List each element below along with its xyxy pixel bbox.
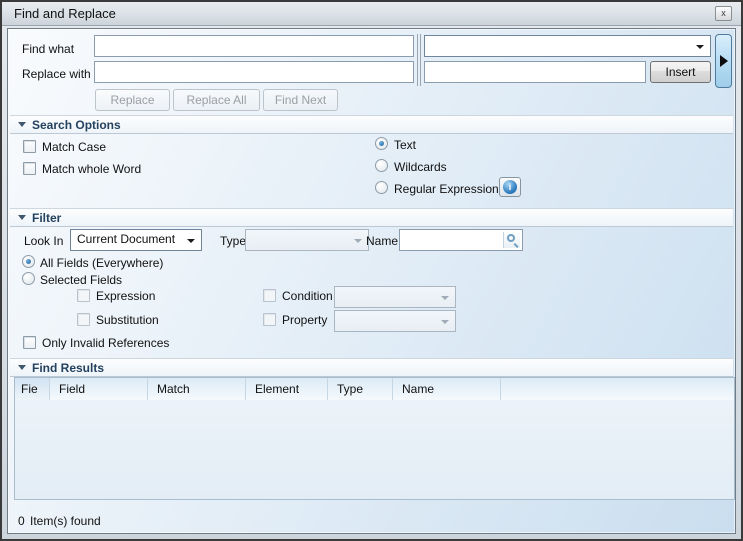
look-in-combo[interactable]: Current Document <box>70 229 202 251</box>
arrow-right-icon <box>720 55 728 67</box>
find-and-replace-dialog: Find and Replace x Find what Replace wit… <box>0 0 743 541</box>
type-combo[interactable] <box>245 229 369 251</box>
column-header-type[interactable]: Type <box>328 378 393 400</box>
condition-checkbox[interactable] <box>263 289 276 302</box>
chevron-down-icon <box>441 296 449 300</box>
match-whole-word-label: Match whole Word <box>42 162 141 176</box>
selected-fields-radio[interactable] <box>22 272 35 285</box>
chevron-down-icon <box>354 239 362 243</box>
wildcards-radio-label: Wildcards <box>394 160 447 174</box>
title-bar[interactable]: Find and Replace x <box>2 2 741 26</box>
find-next-button[interactable]: Find Next <box>263 89 338 111</box>
all-fields-radio[interactable] <box>22 255 35 268</box>
dialog-content: Find what Replace with Insert Replace Re… <box>7 28 736 534</box>
results-table-body[interactable] <box>15 400 734 500</box>
only-invalid-references-checkbox[interactable] <box>23 336 36 349</box>
search-options-title: Search Options <box>32 118 121 132</box>
match-case-label: Match Case <box>42 140 106 154</box>
results-table-header-row: Fie Field Match Element Type Name <box>15 378 734 400</box>
status-count: 0 <box>18 514 25 528</box>
info-icon: i <box>503 180 517 194</box>
collapse-triangle-icon <box>18 122 26 127</box>
status-text: Item(s) found <box>30 514 101 528</box>
find-results-section-header[interactable]: Find Results <box>10 358 733 377</box>
look-in-combo-value: Current Document <box>77 232 175 246</box>
property-label: Property <box>282 313 327 327</box>
filter-section-header[interactable]: Filter <box>10 208 733 227</box>
text-radio[interactable] <box>375 137 388 150</box>
collapse-triangle-icon <box>18 365 26 370</box>
search-icon <box>507 234 515 242</box>
wildcards-radio[interactable] <box>375 159 388 172</box>
match-case-checkbox[interactable] <box>23 140 36 153</box>
property-checkbox[interactable] <box>263 313 276 326</box>
column-header-name[interactable]: Name <box>393 378 501 400</box>
chevron-down-icon <box>441 320 449 324</box>
find-results-table: Fie Field Match Element Type Name <box>14 377 735 500</box>
condition-label: Condition <box>282 289 333 303</box>
find-what-input[interactable] <box>94 35 414 57</box>
filter-title: Filter <box>32 211 61 225</box>
insert-field-input[interactable] <box>424 61 646 83</box>
type-label: Type <box>220 234 246 248</box>
regular-expression-radio[interactable] <box>375 181 388 194</box>
selected-fields-label: Selected Fields <box>40 273 122 287</box>
chevron-down-icon <box>696 45 704 49</box>
name-input[interactable] <box>399 229 523 251</box>
find-expression-combo[interactable] <box>424 35 711 57</box>
text-radio-label: Text <box>394 138 416 152</box>
find-what-label: Find what <box>22 42 74 56</box>
look-in-label: Look In <box>24 234 63 248</box>
expression-label: Expression <box>96 289 155 303</box>
replace-all-button[interactable]: Replace All <box>173 89 260 111</box>
replace-button[interactable]: Replace <box>95 89 170 111</box>
name-label: Name <box>366 234 398 248</box>
substitution-label: Substitution <box>96 313 159 327</box>
window-title: Find and Replace <box>14 6 116 21</box>
replace-with-label: Replace with <box>22 67 91 81</box>
search-options-section-header[interactable]: Search Options <box>10 115 733 134</box>
find-results-title: Find Results <box>32 361 104 375</box>
close-icon[interactable]: x <box>715 6 732 21</box>
separator <box>417 34 421 86</box>
column-header-fie[interactable]: Fie <box>15 378 50 400</box>
search-button[interactable] <box>503 232 520 248</box>
column-header-element[interactable]: Element <box>246 378 328 400</box>
regex-help-button[interactable]: i <box>499 177 521 197</box>
substitution-checkbox[interactable] <box>77 313 90 326</box>
expand-panel-button[interactable] <box>715 34 732 88</box>
collapse-triangle-icon <box>18 215 26 220</box>
match-whole-word-checkbox[interactable] <box>23 162 36 175</box>
search-icon-handle <box>514 243 519 248</box>
insert-button[interactable]: Insert <box>650 61 711 83</box>
column-header-field[interactable]: Field <box>50 378 148 400</box>
column-header-spacer <box>501 378 734 400</box>
replace-with-input[interactable] <box>94 61 414 83</box>
condition-combo[interactable] <box>334 286 456 308</box>
regular-expression-radio-label: Regular Expression <box>394 182 499 196</box>
chevron-down-icon <box>187 239 195 243</box>
column-header-match[interactable]: Match <box>148 378 246 400</box>
only-invalid-references-label: Only Invalid References <box>42 336 169 350</box>
property-combo[interactable] <box>334 310 456 332</box>
all-fields-label: All Fields (Everywhere) <box>40 256 163 270</box>
expression-checkbox[interactable] <box>77 289 90 302</box>
